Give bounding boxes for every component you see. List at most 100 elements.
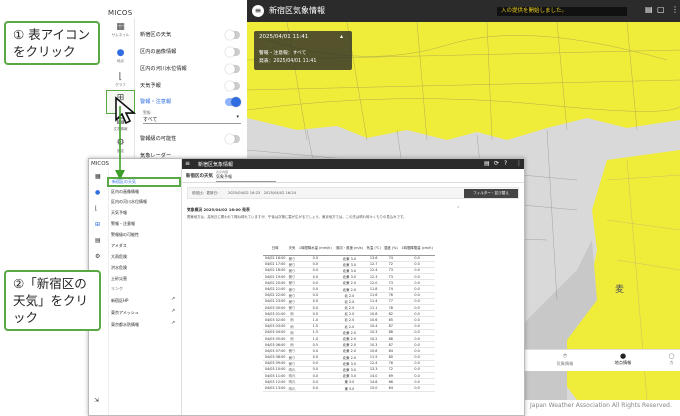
link-suibou[interactable]: 東京都水防情報 xyxy=(111,321,139,328)
col-header: 1時間降水量 (mm/h) xyxy=(296,241,334,256)
table-cell: 曇り xyxy=(287,304,297,312)
table-cell: 曇り xyxy=(287,273,297,281)
menu-item[interactable]: 区内の画像情報 xyxy=(111,188,139,195)
toggle-switch[interactable] xyxy=(225,134,240,144)
menu-item[interactable]: 天気予報 xyxy=(111,209,127,216)
svg-text:麦: 麦 xyxy=(615,283,624,295)
logout-icon[interactable]: ⇲ xyxy=(94,397,99,404)
app-logo: MICOS xyxy=(108,9,133,17)
instruction-step-2: ②「新宿区の 天気」をクリック xyxy=(4,270,101,331)
table-cell: 晴れ xyxy=(287,384,297,392)
table-cell: 晴れ xyxy=(287,372,297,380)
collapse-icon[interactable]: ˆ xyxy=(457,207,460,213)
chart-icon[interactable]: ⌊ xyxy=(95,205,97,212)
layer-shinjuku-weather[interactable]: 新宿区の天気 xyxy=(140,28,242,42)
toggle-switch[interactable] xyxy=(225,47,240,57)
menu-item[interactable]: 警報・注意報 xyxy=(111,220,135,227)
table-cell: 曇り xyxy=(287,360,297,367)
print-icon[interactable]: ▤ xyxy=(645,5,653,14)
menu-item[interactable]: 区内の河川水位情報 xyxy=(111,198,147,205)
external-link-icon: ↗ xyxy=(171,296,176,302)
filter-button[interactable]: フィルター・並び替え xyxy=(464,189,518,198)
more-icon[interactable]: ⋮ xyxy=(516,160,522,167)
toggle-switch[interactable] xyxy=(225,64,240,74)
rail-thumbnail[interactable]: ▦ サムネイル xyxy=(106,20,135,44)
content-tab-bar: 新宿区の天気 表示内容 気象予報 xyxy=(182,169,524,183)
table-cell: 曇り xyxy=(287,261,297,268)
toggle-switch[interactable] xyxy=(225,97,241,107)
help-icon[interactable]: ? xyxy=(504,160,507,167)
weather-summary: 気象概況 2025/04/02 16:00 発表 関東地方は、高気圧に覆われて概… xyxy=(187,207,460,219)
table-cell: 晴れ xyxy=(287,378,297,386)
toggle-switch[interactable] xyxy=(225,30,240,40)
table-side-menu: MICOS ▦ ● ⌊ ⊞ ▤ ⚙ ⇲ 新宿区の天気 区内の画像情報 区内の河川… xyxy=(89,159,182,415)
gear-icon[interactable]: ⚙ xyxy=(95,253,100,260)
window-title: 新宿区気象情報 xyxy=(198,162,234,168)
print-icon[interactable]: ▤ xyxy=(484,160,490,167)
document-icon[interactable]: ▤ xyxy=(95,237,101,244)
link-shinjuku-hp[interactable]: 新宿区HP xyxy=(111,297,128,304)
grid-icon: ▦ xyxy=(116,22,125,32)
forecast-table: 日時 天気 1時間降水量 (mm/h) 風向・風速 (m/s) 気温 (℃) 湿… xyxy=(263,241,435,392)
menu-item[interactable]: アメダス xyxy=(111,242,127,249)
info-icon: ● xyxy=(619,352,627,360)
chart-icon: ⌊ xyxy=(118,72,123,82)
layer-forecast[interactable]: 天気予報 xyxy=(140,79,242,93)
chat-icon[interactable]: ▢ xyxy=(657,5,665,14)
layer-warnings[interactable]: 警報・注意報 xyxy=(140,95,242,109)
warning-select[interactable]: 警報 すべて ▾ xyxy=(143,110,241,124)
table-header-row: 日時 天気 1時間降水量 (mm/h) 風向・風速 (m/s) 気温 (℃) 湿… xyxy=(263,241,435,256)
table-cell: 0.0 xyxy=(296,384,334,392)
menu-item[interactable]: 警報級の可能性 xyxy=(111,231,139,238)
active-tab-title[interactable]: 新宿区の天気 xyxy=(186,173,213,179)
table-cell: 東 3.0 xyxy=(333,384,365,392)
table-cell: 曇り xyxy=(287,285,297,293)
col-header: 風向・風速 (m/s) xyxy=(333,241,365,256)
table-cell: 曇り xyxy=(287,347,297,355)
map-bottom-tabs: ⌾ 気象情報 ● 地点情報 ○ カ xyxy=(525,349,680,371)
layer-panel: 新宿区の天気 区内の画像情報 区内の河川水位情報 天気予報 警報・注意報 警報 … xyxy=(135,0,247,160)
col-header: 気温 (℃) xyxy=(364,241,383,256)
table-row: 04/03 13:00 晴れ 0.0 東 3.0 15.0 64 0.0 xyxy=(263,384,435,392)
layer-river-level[interactable]: 区内の河川水位情報 xyxy=(140,62,242,76)
link-amesh[interactable]: 東京アメッシュ xyxy=(111,309,139,316)
more-icon[interactable]: ⋮ xyxy=(671,5,679,14)
pin-icon: ● xyxy=(116,48,125,58)
arrow-icon xyxy=(115,106,125,180)
menu-item[interactable]: 土砂災害 xyxy=(111,275,127,282)
hamburger-menu-icon[interactable]: ≡ xyxy=(252,5,264,17)
table-cell: 曇り xyxy=(287,292,297,299)
news-ticker: 入の提供を開始しました。 xyxy=(497,7,627,16)
rail-point[interactable]: ● 地点 xyxy=(106,46,135,70)
toggle-switch[interactable] xyxy=(225,81,240,91)
table-cell: 曇り xyxy=(287,267,297,275)
map-info-popup: 2025/04/01 11:41 ▴ 警報・注意報：すべて 発表：2025/04… xyxy=(254,31,352,70)
layer-warning-possibility[interactable]: 警報級の可能性 xyxy=(140,132,242,146)
copyright: Japan Weather Association All Rights Res… xyxy=(530,402,672,409)
grid-icon[interactable]: ▦ xyxy=(95,173,101,180)
content-select[interactable]: 表示内容 気象予報 xyxy=(216,170,276,182)
chevron-down-icon: ▾ xyxy=(236,114,239,120)
table-icon[interactable]: ⊞ xyxy=(95,221,100,228)
col-header: 天気 xyxy=(287,241,297,256)
refresh-icon[interactable]: ⟳ xyxy=(494,160,499,167)
circle-icon: ○ xyxy=(668,352,675,360)
tab-other[interactable]: ○ カ xyxy=(663,352,680,366)
chevron-up-icon[interactable]: ▴ xyxy=(340,33,343,40)
tab-point-info[interactable]: ● 地点情報 xyxy=(603,352,643,366)
layer-image-info[interactable]: 区内の画像情報 xyxy=(140,45,242,59)
pin-icon[interactable]: ● xyxy=(95,189,100,196)
table-cell: 0.0 xyxy=(399,384,435,392)
hamburger-menu-icon[interactable]: ≡ xyxy=(185,160,190,167)
external-link-icon: ↗ xyxy=(171,308,176,314)
table-cell: 15.0 xyxy=(364,384,383,392)
col-header: 湿度 (%) xyxy=(382,241,400,256)
menu-item[interactable]: 大雨危険 xyxy=(111,253,127,260)
table-cell: 曇り xyxy=(287,298,297,306)
menu-links-header: リンク xyxy=(111,286,123,291)
table-cell: 晴れ xyxy=(287,366,297,374)
tab-weather-info[interactable]: ⌾ 気象情報 xyxy=(545,352,585,367)
menu-item[interactable]: 洪水危険 xyxy=(111,264,127,271)
col-header[interactable]: 日時 xyxy=(263,241,288,256)
weather-table: 日時 天気 1時間降水量 (mm/h) 風向・風速 (m/s) 気温 (℃) 湿… xyxy=(263,241,435,392)
